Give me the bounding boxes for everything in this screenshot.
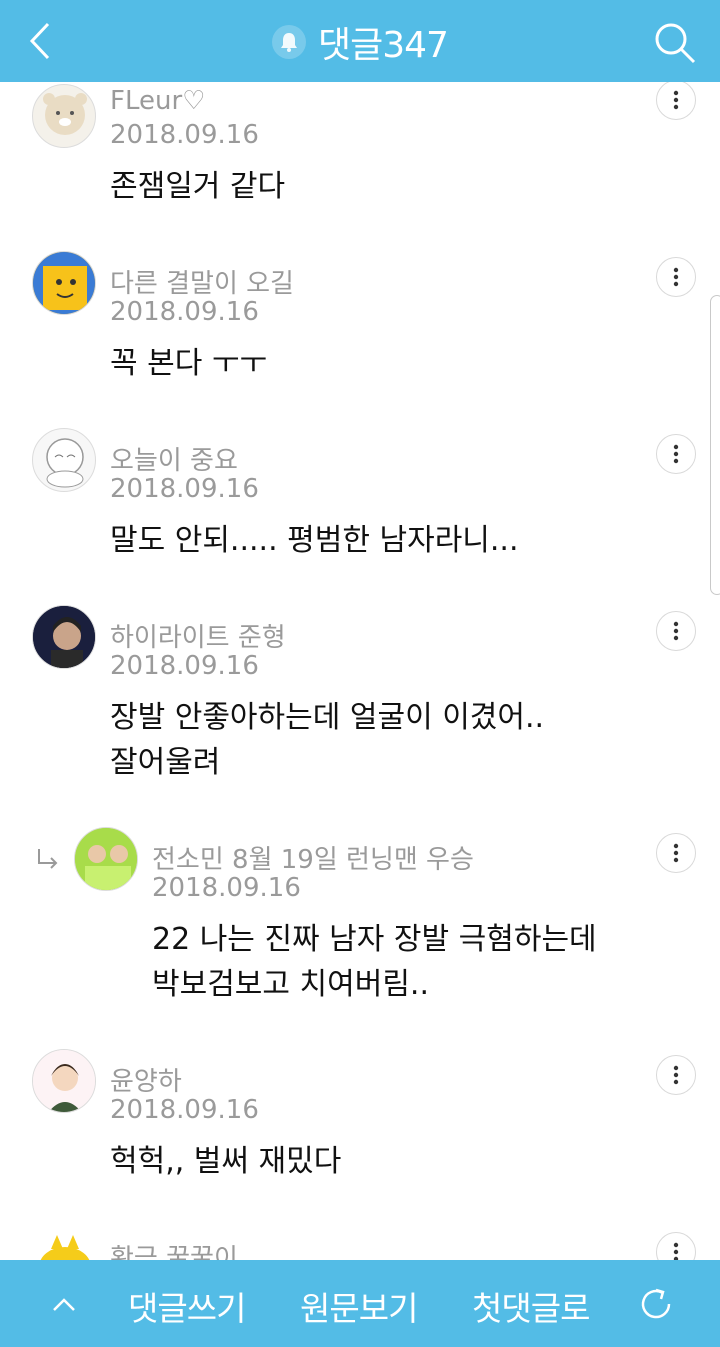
comment-date: 2018.09.16	[152, 873, 301, 903]
comment-item: 황금 꿀꿀이	[0, 1202, 720, 1260]
comment-author[interactable]: 황금 꿀꿀이	[110, 1238, 238, 1260]
reply-arrow-icon	[36, 847, 60, 871]
bell-icon	[281, 33, 297, 52]
photo-avatar[interactable]	[32, 605, 96, 669]
drawn-character-avatar[interactable]	[32, 1049, 96, 1113]
top-bar: 댓글347	[0, 0, 720, 82]
comment-date: 2018.09.16	[110, 474, 259, 504]
more-vertical-icon	[673, 1242, 679, 1260]
more-vertical-icon	[673, 267, 679, 287]
more-vertical-icon	[673, 621, 679, 641]
bottom-bar: 댓글쓰기 원문보기 첫댓글로	[0, 1260, 720, 1347]
comment-more-button[interactable]	[656, 1055, 696, 1095]
reply-item: 전소민 8월 19일 런닝맨 우승 2018.09.16 22 나는 진짜 남자…	[0, 803, 720, 1026]
comment-text: 장발 안좋아하는데 얼굴이 이겼어.. 잘어울려	[110, 700, 545, 780]
comment-text: 말도 안되..... 평범한 남자라니...	[110, 523, 519, 558]
comment-more-button[interactable]	[656, 434, 696, 474]
title-group: 댓글347	[272, 20, 449, 66]
comment-item: FLeur♡ 2018.09.16 존잼일거 같다	[0, 82, 720, 228]
first-comment-button[interactable]: 첫댓글로	[472, 1282, 590, 1330]
golden-pig-avatar[interactable]	[32, 1226, 96, 1260]
more-vertical-icon	[673, 1065, 679, 1085]
page-title: 댓글347	[318, 25, 449, 66]
comment-author[interactable]: 다른 결말이 오길	[110, 263, 294, 300]
comment-more-button[interactable]	[656, 1232, 696, 1260]
comment-author[interactable]: 전소민 8월 19일 런닝맨 우승	[152, 839, 474, 876]
back-chevron-icon	[29, 22, 50, 60]
comment-author[interactable]: 하이라이트 준형	[110, 617, 286, 654]
comment-author[interactable]: 오늘이 중요	[110, 440, 238, 477]
write-comment-button[interactable]: 댓글쓰기	[128, 1282, 246, 1330]
comment-text: 꼭 본다 ㅜㅜ	[110, 346, 268, 381]
comment-date: 2018.09.16	[110, 297, 259, 327]
sketch-character-avatar[interactable]	[32, 428, 96, 492]
refresh-button[interactable]	[636, 1284, 676, 1324]
comment-author[interactable]: FLeur♡	[110, 86, 205, 116]
comment-text: 22 나는 진짜 남자 장발 극혐하는데 박보검보고 치여버림..	[152, 922, 597, 1002]
comment-text: 헉헉,, 벌써 재밌다	[110, 1144, 342, 1179]
comment-more-button[interactable]	[656, 257, 696, 297]
comment-text: 존잼일거 같다	[110, 169, 286, 204]
comment-item: 하이라이트 준형 2018.09.16 장발 안좋아하는데 얼굴이 이겼어.. …	[0, 581, 720, 804]
comment-list[interactable]: FLeur♡ 2018.09.16 존잼일거 같다 다른 결말이 오길 2018…	[0, 82, 720, 1260]
comment-more-button[interactable]	[656, 82, 696, 120]
comment-item: 다른 결말이 오길 2018.09.16 꼭 본다 ㅜㅜ	[0, 227, 720, 405]
view-original-button[interactable]: 원문보기	[300, 1282, 418, 1330]
more-vertical-icon	[673, 444, 679, 464]
search-button[interactable]	[650, 18, 700, 68]
yellow-character-avatar[interactable]	[32, 251, 96, 315]
comment-more-button[interactable]	[656, 611, 696, 651]
comment-item: 윤양하 2018.09.16 헉헉,, 벌써 재밌다	[0, 1025, 720, 1203]
scroll-top-button[interactable]	[48, 1288, 80, 1320]
comment-author[interactable]: 윤양하	[110, 1061, 182, 1098]
comment-date: 2018.09.16	[110, 651, 259, 681]
green-photo-avatar[interactable]	[74, 827, 138, 891]
search-icon	[655, 23, 696, 64]
more-vertical-icon	[673, 90, 679, 110]
bear-character-avatar[interactable]	[32, 84, 96, 148]
comment-date: 2018.09.16	[110, 1095, 259, 1125]
comment-date: 2018.09.16	[110, 120, 259, 150]
refresh-icon	[641, 1288, 671, 1319]
chevron-up-icon	[53, 1298, 75, 1311]
comment-more-button[interactable]	[656, 833, 696, 873]
more-vertical-icon	[673, 843, 679, 863]
notification-toggle[interactable]	[272, 25, 306, 59]
comment-item: 오늘이 중요 2018.09.16 말도 안되..... 평범한 남자라니...	[0, 404, 720, 582]
back-button[interactable]	[18, 18, 64, 64]
scrollbar[interactable]	[710, 295, 720, 595]
